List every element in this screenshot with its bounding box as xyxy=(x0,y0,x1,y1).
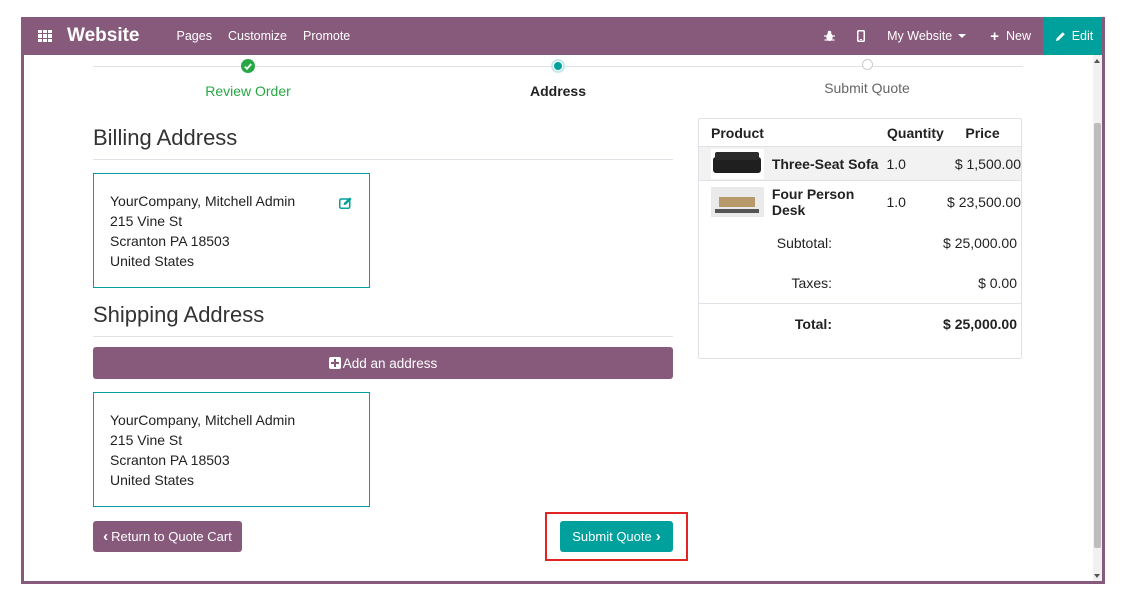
vertical-scrollbar[interactable] xyxy=(1093,55,1102,581)
step-label: Submit Quote xyxy=(824,80,910,96)
desk-product-image xyxy=(711,187,764,217)
billing-address-card[interactable]: YourCompany, Mitchell Admin 215 Vine St … xyxy=(93,173,370,288)
edit-button-label: Edit xyxy=(1071,29,1094,43)
address-line: YourCompany, Mitchell Admin xyxy=(110,193,296,209)
nav-pages[interactable]: Pages xyxy=(177,29,212,43)
plus-icon: + xyxy=(990,27,999,45)
browser-frame: Website Pages Customize Promote My Websi… xyxy=(21,17,1105,584)
address-line: 215 Vine St xyxy=(110,213,183,229)
shipping-address-heading: Shipping Address xyxy=(93,302,673,337)
subtotal-label: Subtotal: xyxy=(776,235,832,251)
product-quantity: 1.0 xyxy=(886,155,906,172)
total-label: Total: xyxy=(794,316,832,332)
nav-customize[interactable]: Customize xyxy=(228,29,287,43)
address-line: 215 Vine St xyxy=(110,432,183,448)
edit-button[interactable]: Edit xyxy=(1043,17,1102,55)
total-value: $ 25,000.00 xyxy=(943,316,1017,332)
step-submit-quote: Submit Quote xyxy=(767,59,967,96)
caret-down-icon xyxy=(958,34,967,38)
website-switcher-label: My Website xyxy=(887,29,953,43)
shipping-address-card[interactable]: YourCompany, Mitchell Admin 215 Vine St … xyxy=(93,392,370,507)
table-row: Four Person Desk 1.0 $ 23,500.00 xyxy=(699,181,1021,223)
pending-step-dot-icon xyxy=(861,59,873,70)
plus-square-icon xyxy=(328,357,341,369)
taxes-value: $ 0.00 xyxy=(978,275,1017,291)
address-line: United States xyxy=(110,472,195,488)
add-address-button[interactable]: Add an address xyxy=(93,347,673,379)
address-line: Scranton PA 18503 xyxy=(110,233,230,249)
step-address: Address xyxy=(458,59,658,99)
new-button-label: New xyxy=(1005,29,1031,43)
submit-button-label: Submit Quote xyxy=(572,529,652,544)
product-quantity: 1.0 xyxy=(886,194,906,210)
chevron-right-icon: › xyxy=(655,528,661,545)
scroll-up-arrow-icon[interactable] xyxy=(1094,59,1100,63)
step-review-order[interactable]: Review Order xyxy=(148,59,348,99)
step-label: Review Order xyxy=(205,83,291,99)
return-button-label: Return to Quote Cart xyxy=(111,529,232,544)
edit-address-icon[interactable] xyxy=(339,194,353,214)
submit-quote-button[interactable]: Submit Quote › xyxy=(560,521,673,552)
order-summary: Product Quantity Price Three-Seat Sofa 1… xyxy=(698,118,1022,359)
bug-icon[interactable] xyxy=(824,30,836,42)
active-step-dot-icon xyxy=(551,59,565,73)
product-price: $ 1,500.00 xyxy=(954,155,1021,172)
scroll-down-arrow-icon[interactable] xyxy=(1094,574,1100,578)
subtotal-row: Subtotal: $ 25,000.00 xyxy=(699,223,1021,263)
taxes-label: Taxes: xyxy=(791,275,832,291)
product-name: Three-Seat Sofa xyxy=(771,155,879,172)
subtotal-value: $ 25,000.00 xyxy=(943,235,1017,251)
product-price: $ 23,500.00 xyxy=(947,194,1021,210)
address-line: United States xyxy=(110,253,195,269)
apps-grid-icon[interactable] xyxy=(38,30,52,43)
price-column-header: Price xyxy=(965,124,1000,141)
brand-title[interactable]: Website xyxy=(67,25,140,47)
total-row: Total: $ 25,000.00 xyxy=(699,303,1021,344)
nav-promote[interactable]: Promote xyxy=(303,29,350,43)
product-column-header: Product xyxy=(711,124,764,141)
top-navbar: Website Pages Customize Promote My Websi… xyxy=(24,17,1102,55)
table-row: Three-Seat Sofa 1.0 $ 1,500.00 xyxy=(699,147,1021,181)
check-circle-icon xyxy=(241,59,255,73)
billing-address-heading: Billing Address xyxy=(93,125,673,160)
new-button[interactable]: + New xyxy=(990,29,1031,44)
address-line: Scranton PA 18503 xyxy=(110,452,230,468)
mobile-preview-icon[interactable] xyxy=(857,30,866,42)
summary-header: Product Quantity Price xyxy=(699,119,1021,147)
sofa-product-image xyxy=(711,148,764,179)
taxes-row: Taxes: $ 0.00 xyxy=(699,263,1021,303)
chevron-left-icon: ‹ xyxy=(103,528,109,545)
step-label: Address xyxy=(529,83,587,99)
product-name: Four Person Desk xyxy=(771,186,855,218)
quantity-column-header: Quantity xyxy=(887,124,944,141)
add-address-label: Add an address xyxy=(342,355,438,371)
scroll-thumb[interactable] xyxy=(1094,123,1101,548)
totals: Subtotal: $ 25,000.00 Taxes: $ 0.00 Tota… xyxy=(699,223,1021,344)
return-to-quote-cart-button[interactable]: ‹ Return to Quote Cart xyxy=(93,521,242,552)
website-switcher[interactable]: My Website xyxy=(887,29,967,43)
pencil-icon xyxy=(1055,31,1065,41)
address-line: YourCompany, Mitchell Admin xyxy=(110,412,296,428)
